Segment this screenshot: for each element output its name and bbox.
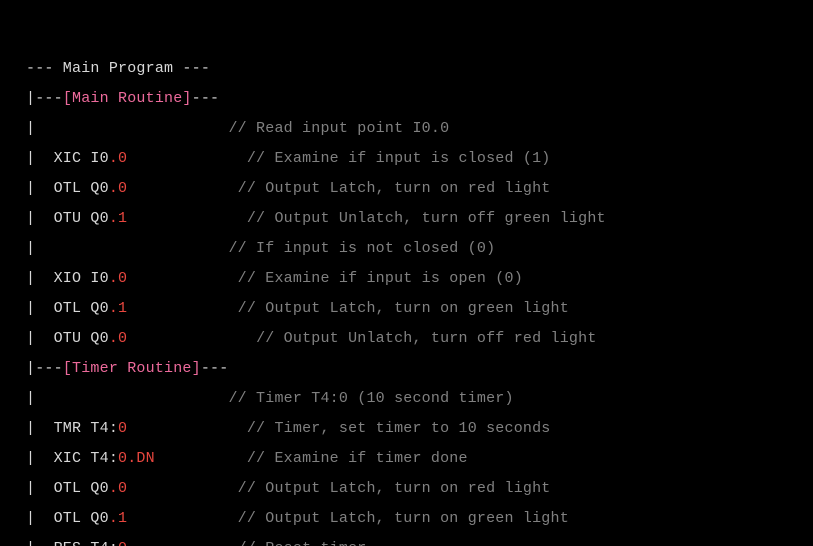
- instruction: OTL Q0: [54, 300, 109, 317]
- instruction: XIC I0: [54, 150, 109, 167]
- code-line: | OTU Q0.1 // Output Unlatch, turn off g…: [26, 210, 606, 227]
- code-line: | OTL Q0.0 // Output Latch, turn on red …: [26, 180, 551, 197]
- operand: 0: [118, 150, 127, 167]
- comment: // Reset timer: [238, 540, 367, 546]
- instruction: OTU Q0: [54, 210, 109, 227]
- code-line: | OTL Q0.1 // Output Latch, turn on gree…: [26, 300, 569, 317]
- code-line: | OTL Q0.1 // Output Latch, turn on gree…: [26, 510, 569, 527]
- code-line: | XIC T4:0.DN // Examine if timer done: [26, 450, 468, 467]
- section-main-title: [Main Routine]: [63, 90, 192, 107]
- operand: 0: [118, 330, 127, 347]
- comment: // Timer, set timer to 10 seconds: [247, 420, 551, 437]
- operand: 1: [118, 510, 127, 527]
- code-line: | RES T4:0 // Reset timer: [26, 540, 366, 546]
- operand: 0: [118, 420, 127, 437]
- section-timer: |---[Timer Routine]---: [26, 360, 228, 377]
- comment: // If input is not closed (0): [228, 240, 495, 257]
- comment: // Read input point I0.0: [228, 120, 449, 137]
- code-line: | XIC I0.0 // Examine if input is closed…: [26, 150, 551, 167]
- code-block: --- Main Program --- |---[Main Routine]-…: [0, 0, 813, 546]
- instruction: OTL Q0: [54, 480, 109, 497]
- code-line: | // Read input point I0.0: [26, 120, 449, 137]
- operand: 0: [118, 540, 127, 546]
- comment: // Examine if timer done: [247, 450, 468, 467]
- instruction: XIO I0: [54, 270, 109, 287]
- code-line: | XIO I0.0 // Examine if input is open (…: [26, 270, 523, 287]
- comment: // Output Latch, turn on green light: [238, 510, 569, 527]
- instruction: OTL Q0: [54, 180, 109, 197]
- section-timer-title: [Timer Routine]: [63, 360, 201, 377]
- comment: // Examine if input is closed (1): [247, 150, 551, 167]
- instruction: RES T4:: [54, 540, 118, 546]
- comment: // Output Latch, turn on red light: [238, 180, 551, 197]
- comment: // Output Unlatch, turn off green light: [247, 210, 606, 227]
- code-line: | TMR T4:0 // Timer, set timer to 10 sec…: [26, 420, 551, 437]
- operand: 0.DN: [118, 450, 155, 467]
- operand: 0: [118, 480, 127, 497]
- code-line: | OTL Q0.0 // Output Latch, turn on red …: [26, 480, 551, 497]
- comment: // Output Latch, turn on red light: [238, 480, 551, 497]
- code-line: | // Timer T4:0 (10 second timer): [26, 390, 514, 407]
- instruction: OTU Q0: [54, 330, 109, 347]
- instruction: TMR T4:: [54, 420, 118, 437]
- code-line: | OTU Q0.0 // Output Unlatch, turn off r…: [26, 330, 597, 347]
- instruction: XIC T4:: [54, 450, 118, 467]
- comment: // Timer T4:0 (10 second timer): [228, 390, 513, 407]
- section-main: |---[Main Routine]---: [26, 90, 219, 107]
- comment: // Output Latch, turn on green light: [238, 300, 569, 317]
- operand: 0: [118, 180, 127, 197]
- operand: 0: [118, 270, 127, 287]
- code-line: | // If input is not closed (0): [26, 240, 495, 257]
- comment: // Examine if input is open (0): [238, 270, 523, 287]
- operand: 1: [118, 300, 127, 317]
- program-header: --- Main Program ---: [26, 60, 210, 77]
- operand: 1: [118, 210, 127, 227]
- instruction: OTL Q0: [54, 510, 109, 527]
- comment: // Output Unlatch, turn off red light: [256, 330, 596, 347]
